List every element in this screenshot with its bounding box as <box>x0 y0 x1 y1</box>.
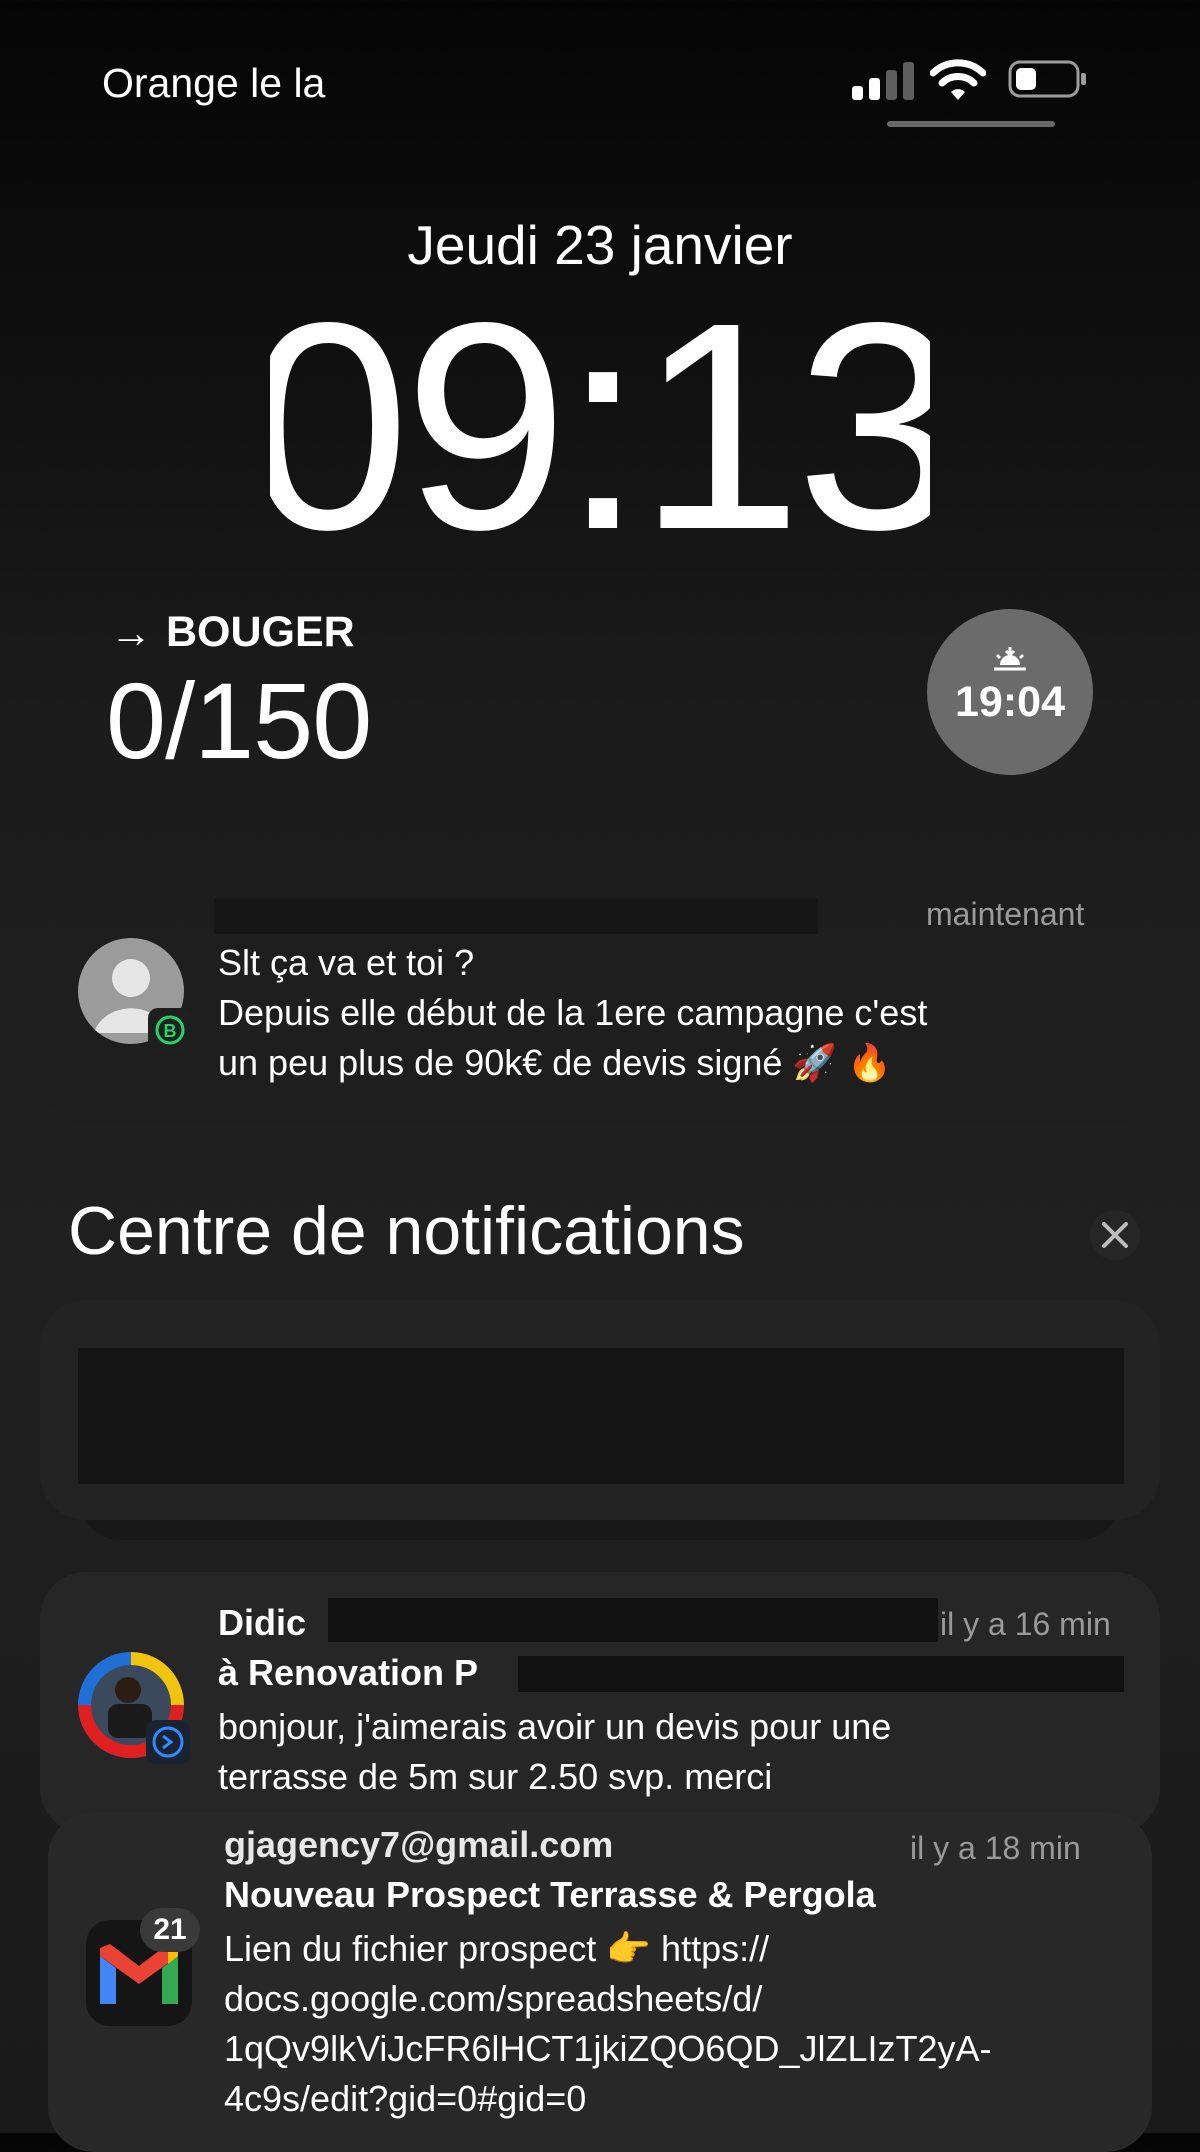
message-line-2: terrasse de 5m sur 2.50 svp. merci <box>218 1756 773 1797</box>
arrow-right-icon: → <box>110 608 152 656</box>
message-line-2: docs.google.com/spreadsheets/d/ <box>224 1978 763 2019</box>
notification-card-whatsapp[interactable]: maintenant B Slt ça va et toi ? Depuis e… <box>44 862 1156 1124</box>
close-icon[interactable] <box>1090 1210 1140 1260</box>
message-line-3: 1qQv9lkViJcFR6lHCT1jkiZQO6QD_JlZLIzT2yA- <box>224 2028 992 2069</box>
lock-clock: 09:13 <box>270 290 930 550</box>
notification-card-redacted[interactable] <box>40 1300 1160 1520</box>
battery-icon <box>1008 60 1086 98</box>
redacted-recipient <box>518 1656 1124 1692</box>
notification-time: il y a 18 min <box>910 1830 1081 1866</box>
activity-widget-label[interactable]: → BOUGER <box>110 608 355 657</box>
whatsapp-business-icon: B <box>148 1008 192 1052</box>
lock-date: Jeudi 23 janvier <box>407 214 793 276</box>
notification-time: il y a 16 min <box>940 1606 1111 1642</box>
svg-text:B: B <box>164 1021 177 1041</box>
message-line-2: Depuis elle début de la 1ere campagne c'… <box>218 992 928 1033</box>
sender-email: gjagency7@gmail.com <box>224 1824 614 1865</box>
carrier-name: Orange le la <box>102 60 326 106</box>
sender-name: Didic <box>218 1602 307 1643</box>
redacted-sender <box>214 898 818 934</box>
unread-badge: 21 <box>140 1908 200 1952</box>
notification-card-messenger[interactable]: Didic il y a 16 min à Renovation P bonjo… <box>40 1572 1160 1834</box>
message-line-1: Lien du fichier prospect 👉 https:// <box>224 1928 770 1969</box>
notification-center-title: Centre de notifications <box>68 1193 745 1269</box>
wifi-icon <box>930 59 986 100</box>
top-indicator <box>887 121 1055 127</box>
message-line-1: bonjour, j'aimerais avoir un devis pour … <box>218 1706 892 1747</box>
messenger-icon <box>146 1720 190 1764</box>
cellular-signal-icon <box>852 60 914 100</box>
email-subject: Nouveau Prospect Terrasse & Pergola <box>224 1874 876 1915</box>
message-line-4: 4c9s/edit?gid=0#gid=0 <box>224 2078 587 2119</box>
recipient-name: à Renovation P <box>218 1652 479 1693</box>
widget-label-text: BOUGER <box>166 608 355 656</box>
redacted-content <box>78 1348 1124 1484</box>
activity-widget-value: 0/150 <box>106 660 372 781</box>
redacted-sender <box>328 1598 938 1642</box>
notification-card-gmail[interactable]: gjagency7@gmail.com il y a 18 min Nouvea… <box>48 1812 1152 2152</box>
notification-time: maintenant <box>926 896 1085 932</box>
svg-text:09:13: 09:13 <box>270 290 930 550</box>
message-line-1: Slt ça va et toi ? <box>218 942 475 983</box>
sunset-time: 19:04 <box>955 678 1065 726</box>
sunset-icon <box>994 647 1026 671</box>
message-line-3: un peu plus de 90k€ de devis signé 🚀 🔥 <box>218 1042 893 1083</box>
